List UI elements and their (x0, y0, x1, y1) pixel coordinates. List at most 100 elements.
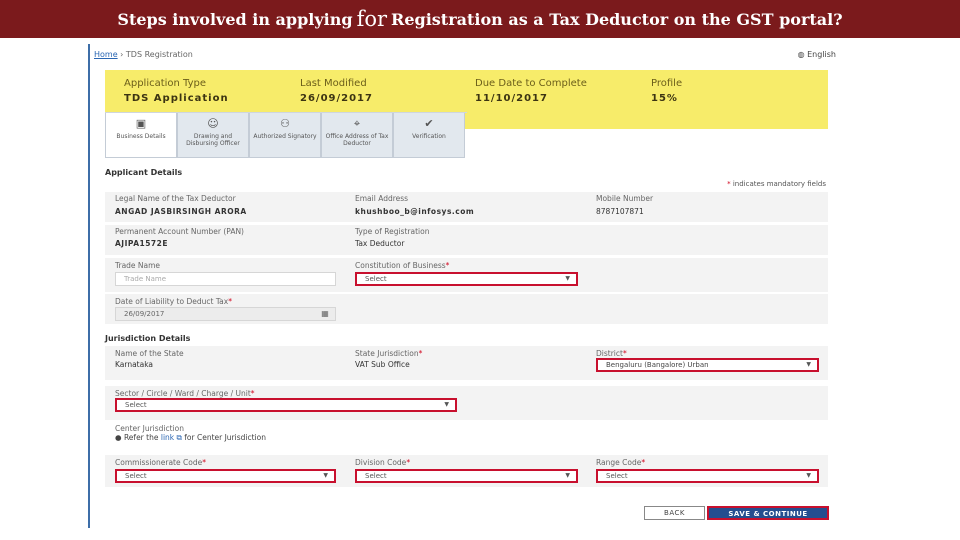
profile-value: 15% (651, 93, 678, 104)
refer-text-end: for Center Jurisdiction (184, 433, 266, 442)
application-type-label: Application Type (124, 78, 207, 89)
district-label-text: District (596, 349, 623, 358)
summary-profile: Profile 15% (651, 76, 682, 106)
required-star: * (418, 349, 423, 358)
gst-portal-screenshot: Home › TDS Registration ◍ English Applic… (88, 44, 836, 528)
division-select-value: Select (365, 472, 387, 480)
required-star: * (622, 349, 627, 358)
required-star: * (202, 458, 206, 467)
due-date-value: 11/10/2017 (475, 93, 548, 104)
district-select[interactable]: Bengaluru (Bangalore) Urban ▼ (596, 358, 819, 372)
required-star: * (445, 261, 450, 270)
globe-icon: ◍ (797, 50, 805, 59)
person-icon: ☺ (207, 117, 219, 130)
slide: Steps involved in applying for Registrat… (0, 0, 960, 540)
last-modified-label: Last Modified (300, 78, 367, 89)
tab-drawing-disbursing-officer[interactable]: ☺ Drawing and Disbursing Officer (177, 113, 249, 158)
people-icon: ⚇ (280, 117, 290, 130)
chevron-down-icon: ▼ (565, 472, 570, 479)
sector-select[interactable]: Select ▼ (115, 398, 457, 412)
briefcase-icon: ▣ (135, 117, 147, 130)
liability-date-input[interactable]: 26/09/2017 ▦ (115, 307, 336, 321)
summary-application-type: Application Type TDS Application (124, 76, 229, 106)
applicant-row-3: Trade Name Trade Name Constitution of Bu… (105, 258, 828, 292)
language-label: English (807, 50, 836, 59)
constitution-select[interactable]: Select ▼ (355, 272, 578, 286)
email-label: Email Address (355, 194, 409, 203)
center-jurisdiction-label: Center Jurisdiction (115, 424, 185, 433)
constitution-select-value: Select (365, 275, 387, 283)
jurisdiction-row-3: Commissionerate Code* Select ▼ Division … (105, 455, 828, 487)
last-modified-value: 26/09/2017 (300, 93, 373, 104)
applicant-row-4: Date of Liability to Deduct Tax* 26/09/2… (105, 294, 828, 324)
tab-verification[interactable]: ✔ Verification (393, 113, 465, 158)
district-label: District* (596, 349, 627, 358)
sector-select-value: Select (125, 401, 147, 409)
breadcrumb-home-link[interactable]: Home (94, 50, 118, 59)
legal-name-label: Legal Name of the Tax Deductor (115, 194, 236, 203)
constitution-label-text: Constitution of Business (355, 261, 446, 270)
language-selector[interactable]: ◍ English (798, 50, 836, 59)
summary-due-date: Due Date to Complete 11/10/2017 (475, 76, 587, 106)
range-select-value: Select (606, 472, 628, 480)
center-jurisdiction-link[interactable]: link (161, 433, 174, 442)
required-star: * (727, 180, 731, 188)
location-pin-icon: ⌖ (353, 117, 361, 130)
liability-date-value: 26/09/2017 (124, 310, 165, 318)
calendar-icon[interactable]: ▦ (319, 309, 331, 319)
applicant-row-1: Legal Name of the Tax Deductor ANGAD JAS… (105, 192, 828, 222)
jurisdiction-details-heading: Jurisdiction Details (105, 334, 191, 343)
commissionerate-select-value: Select (125, 472, 147, 480)
required-star: * (250, 389, 255, 398)
tab-label: Authorized Signatory (253, 133, 317, 140)
slide-title-for: for (356, 7, 388, 31)
slide-title: Steps involved in applying for Registrat… (0, 0, 960, 38)
state-jurisdiction-label: State Jurisdiction* (355, 349, 422, 358)
commissionerate-label-text: Commissionerate Code (115, 458, 203, 467)
mobile-label: Mobile Number (596, 194, 654, 203)
commissionerate-label: Commissionerate Code* (115, 458, 206, 467)
legal-name-value: ANGAD JASBIRSINGH ARORA (115, 207, 247, 216)
tab-office-address[interactable]: ⌖ Office Address of Tax Deductor (321, 113, 393, 158)
pan-label: Permanent Account Number (PAN) (115, 227, 244, 236)
liability-date-label-text: Date of Liability to Deduct Tax (115, 297, 229, 306)
division-label-text: Division Code (355, 458, 407, 467)
trade-name-input[interactable]: Trade Name (115, 272, 336, 286)
save-and-continue-button[interactable]: SAVE & CONTINUE (707, 506, 829, 520)
breadcrumb-current: TDS Registration (125, 50, 193, 59)
chevron-down-icon: ▼ (323, 472, 328, 479)
tab-label: Office Address of Tax Deductor (325, 133, 389, 147)
pan-value: AJIPA1572E (115, 239, 168, 248)
tab-authorized-signatory[interactable]: ⚇ Authorized Signatory (249, 113, 321, 158)
liability-date-label: Date of Liability to Deduct Tax* (115, 297, 232, 306)
required-star: * (228, 297, 232, 306)
trade-name-label: Trade Name (115, 261, 161, 270)
application-type-value: TDS Application (124, 93, 229, 104)
mandatory-note: * indicates mandatory fields (727, 180, 826, 188)
required-star: * (641, 458, 646, 467)
range-select[interactable]: Select ▼ (596, 469, 819, 483)
info-icon: ● (115, 433, 122, 442)
tab-label: Business Details (116, 133, 166, 140)
registration-type-label: Type of Registration (355, 227, 430, 236)
tab-label: Verification (412, 133, 446, 140)
chevron-down-icon: ▼ (806, 361, 811, 368)
division-select[interactable]: Select ▼ (355, 469, 578, 483)
state-value: Karnataka (115, 360, 154, 369)
registration-type-value: Tax Deductor (355, 239, 405, 248)
back-button[interactable]: BACK (644, 506, 705, 520)
required-star: * (406, 458, 411, 467)
commissionerate-select[interactable]: Select ▼ (115, 469, 336, 483)
chevron-down-icon: ▼ (806, 472, 811, 479)
slide-title-start: Steps involved in applying (117, 9, 353, 29)
profile-label: Profile (651, 78, 683, 89)
email-value: khushboo_b@infosys.com (355, 207, 475, 216)
tab-business-details[interactable]: ▣ Business Details (105, 113, 177, 158)
registration-tabs: ▣ Business Details ☺ Drawing and Disburs… (105, 112, 467, 158)
state-jurisdiction-label-text: State Jurisdiction (355, 349, 419, 358)
external-link-icon[interactable]: ⧉ (177, 433, 182, 442)
state-jurisdiction-value: VAT Sub Office (355, 360, 410, 369)
range-label-text: Range Code (596, 458, 642, 467)
slide-title-end: Registration as a Tax Deductor on the GS… (391, 9, 843, 29)
tab-label: Drawing and Disbursing Officer (186, 133, 240, 147)
